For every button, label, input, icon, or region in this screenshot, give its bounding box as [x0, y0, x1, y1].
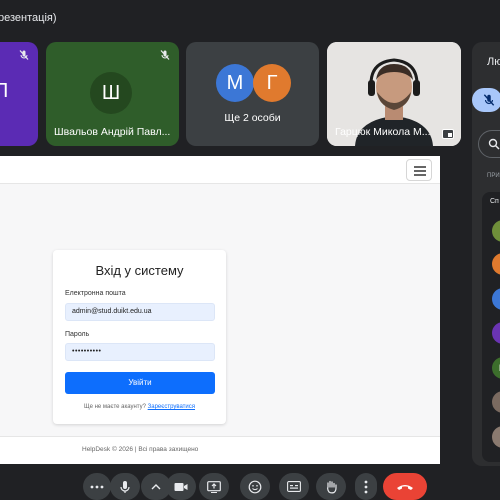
present-screen-icon: [207, 480, 221, 493]
list-item-avatar: П: [492, 220, 500, 242]
site-navbar: [0, 156, 440, 184]
participant-tile-2[interactable]: Ш Швальов Андрій Павл...: [46, 42, 179, 146]
register-prompt-text: Ще не маєте акаунту?: [83, 404, 146, 410]
login-button[interactable]: Увійти: [65, 372, 215, 394]
captions-button[interactable]: [279, 473, 309, 500]
email-field[interactable]: admin@stud.duikt.edu.ua: [65, 303, 215, 321]
people-panel: Лю ПРИ Сп П П М П Ш L L: [472, 42, 500, 466]
camera-button[interactable]: [166, 473, 196, 500]
participant-name: Гарцюк Микола М...: [335, 126, 431, 138]
chevron-up-icon: [151, 483, 161, 489]
search-icon: [488, 138, 500, 150]
more-options-button[interactable]: [83, 473, 111, 500]
more-actions-button[interactable]: [355, 473, 377, 500]
meeting-title: резентація): [0, 12, 57, 24]
mute-all-button[interactable]: [472, 88, 500, 112]
list-item-avatar: L: [492, 391, 500, 413]
avatar: Г: [253, 64, 291, 102]
call-controls-bar: [0, 473, 500, 500]
participants-list: Сп П П М П Ш L L: [482, 192, 500, 462]
end-call-button[interactable]: [383, 473, 427, 500]
mic-off-icon: [19, 50, 29, 60]
list-item-avatar: П: [492, 322, 500, 344]
avatar-initial: М: [226, 71, 244, 94]
password-field[interactable]: ••••••••••: [65, 343, 215, 361]
avatar-initial: П: [0, 79, 9, 102]
participant-name: Швальов Андрій Павл...: [54, 126, 171, 138]
footer-text: HelpDesk © 2026 | Всі права захищено: [82, 446, 199, 453]
avatar-initial: Г: [266, 71, 278, 94]
menu-toggle-button[interactable]: [406, 159, 432, 181]
search-people-input[interactable]: [478, 130, 500, 158]
end-call-icon: [397, 484, 413, 490]
list-item-avatar: L: [492, 426, 500, 448]
register-prompt: Ще не маєте акаунту? Зареєструватися: [53, 404, 226, 410]
section-caption: ПРИ: [487, 173, 500, 179]
list-item-avatar: М: [492, 288, 500, 310]
meeting-title-bar: резентація): [0, 8, 460, 30]
panel-title: Лю: [487, 56, 500, 68]
participant-tile-others[interactable]: М Г Ще 2 особи: [186, 42, 319, 146]
avatar: М: [216, 64, 254, 102]
camera-icon: [174, 482, 188, 491]
list-title: Сп: [490, 198, 499, 205]
list-item-avatar: П: [492, 253, 500, 275]
avatar-initial: Ш: [101, 81, 121, 104]
avatar: Ш: [90, 72, 132, 114]
list-item-avatar: Ш: [492, 357, 500, 379]
login-card: Вхід у систему Електронна пошта admin@st…: [53, 250, 226, 424]
participant-tile-video[interactable]: Гарцюк Микола М...: [327, 42, 461, 146]
shared-screen: Вхід у систему Електронна пошта admin@st…: [0, 156, 440, 464]
email-label: Електронна пошта: [65, 290, 126, 297]
mic-off-icon: [160, 50, 170, 60]
captions-icon: [287, 481, 301, 492]
reactions-button[interactable]: [240, 473, 270, 500]
more-vert-icon: [364, 480, 368, 493]
microphone-icon: [120, 480, 130, 493]
others-count-label: Ще 2 особи: [224, 112, 281, 124]
microphone-button[interactable]: [110, 473, 140, 500]
raise-hand-button[interactable]: [316, 473, 346, 500]
site-footer: HelpDesk © 2026 | Всі права захищено: [0, 436, 440, 464]
page-body: Вхід у систему Електронна пошта admin@st…: [0, 184, 440, 436]
register-link[interactable]: Зареєструватися: [148, 404, 195, 410]
login-title: Вхід у систему: [95, 263, 184, 278]
avatar: П: [0, 70, 22, 112]
emoji-icon: [248, 480, 262, 493]
mic-off-icon: [483, 94, 495, 106]
present-screen-button[interactable]: [199, 473, 229, 500]
password-label: Пароль: [65, 331, 90, 338]
pin-frame-icon[interactable]: [442, 129, 454, 139]
more-dots-icon: [90, 485, 104, 488]
raise-hand-icon: [326, 480, 337, 493]
participant-tile-1[interactable]: П ен: [0, 42, 38, 146]
